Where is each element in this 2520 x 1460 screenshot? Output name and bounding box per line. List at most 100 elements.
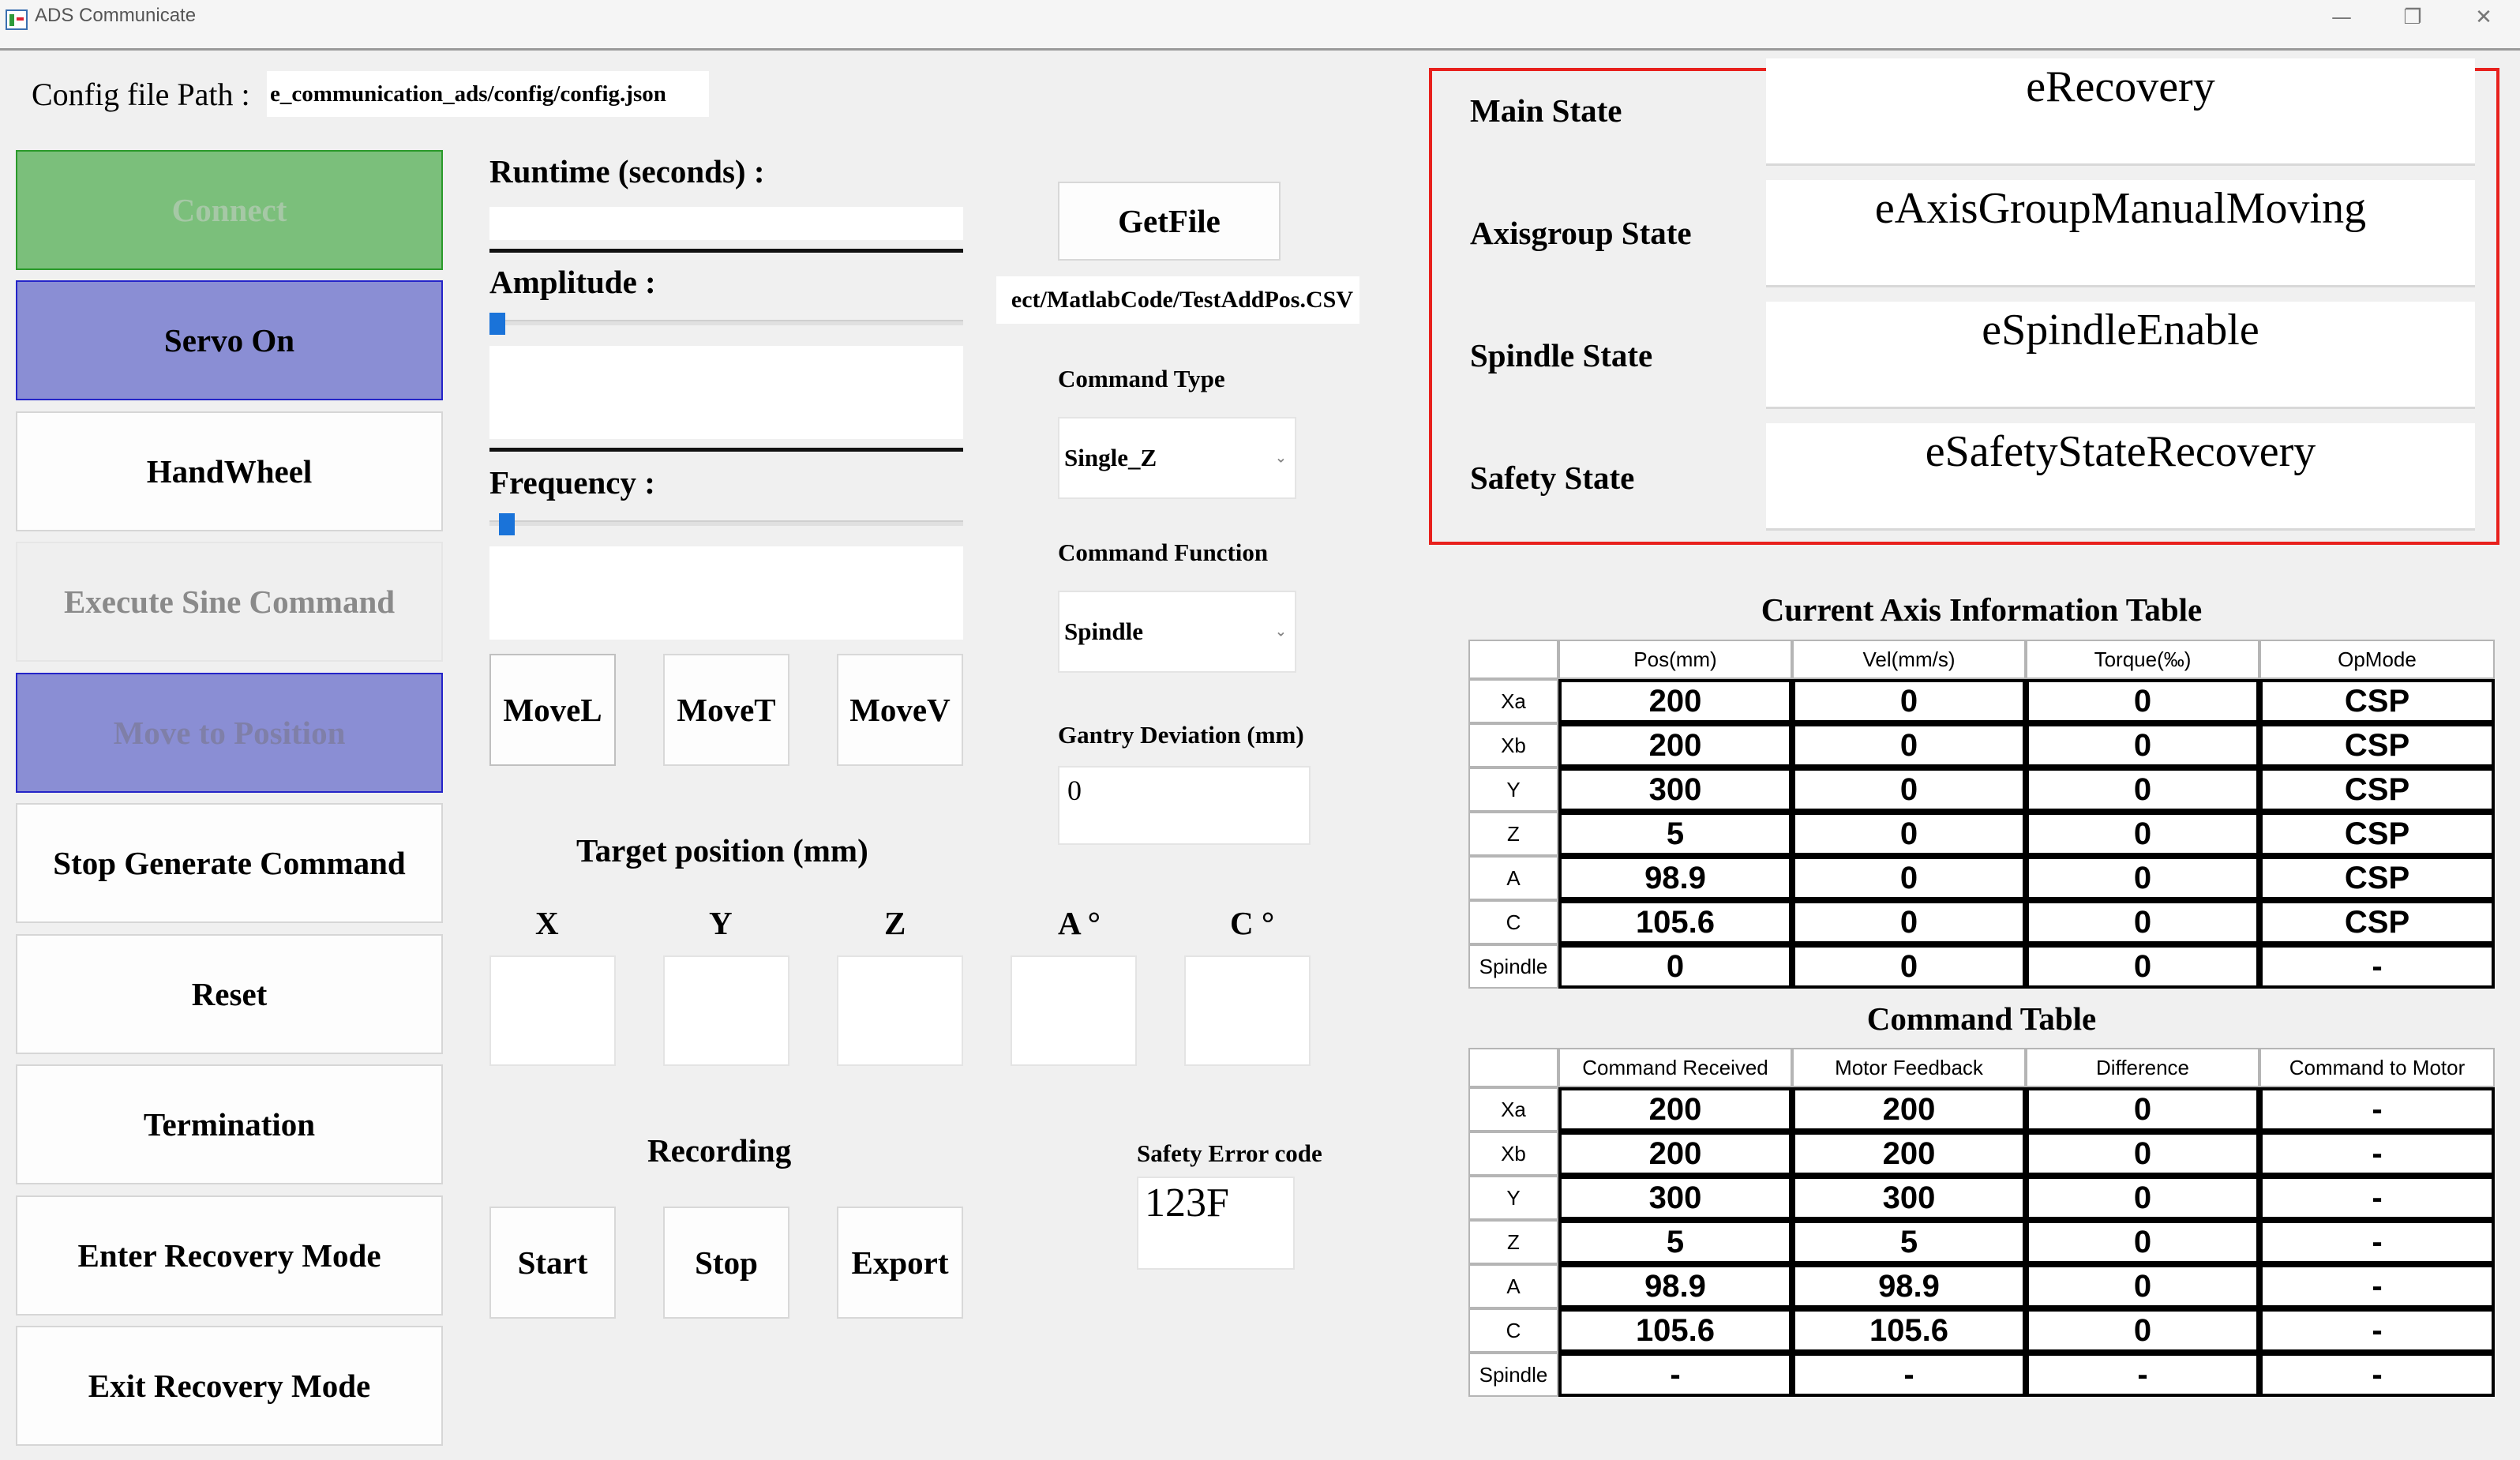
column-header: Difference [2026,1048,2259,1087]
frequency-input[interactable] [489,546,963,640]
table-row: Xa 200 0 0 CSP [1468,679,2495,723]
table-cell: 0 [2026,1087,2259,1132]
table-row: Y 300 0 0 CSP [1468,768,2495,812]
reset-button[interactable]: Reset [16,934,443,1054]
movel-button[interactable]: MoveL [489,654,616,766]
getfile-button[interactable]: GetFile [1058,182,1281,261]
table-cell: 300 [1558,1176,1792,1220]
table-cell: 0 [1792,723,2026,768]
gantry-deviation-input[interactable]: 0 [1058,766,1311,845]
config-path-field[interactable]: e_communication_ads/config/config.json [267,71,709,117]
chevron-down-icon: ⌄ [1274,623,1287,640]
table-cell: 0 [2026,944,2259,989]
table-cell: 200 [1558,723,1792,768]
table-cell: 0 [2026,723,2259,768]
connect-button[interactable]: Connect [16,150,443,270]
row-header: A [1468,1264,1558,1308]
table-cell: CSP [2259,679,2495,723]
close-button[interactable]: ✕ [2447,0,2520,35]
target-y-input[interactable] [663,955,789,1066]
target-x-input[interactable] [489,955,616,1066]
recording-stop-button[interactable]: Stop [663,1207,789,1319]
exit-recovery-mode-button[interactable]: Exit Recovery Mode [16,1326,443,1446]
amplitude-slider[interactable] [489,320,963,325]
table-cell: 0 [1558,944,1792,989]
table-cell: - [1558,1353,1792,1397]
target-z-input[interactable] [837,955,963,1066]
table-row: Xb 200 0 0 CSP [1468,723,2495,768]
column-header: OpMode [2259,640,2495,679]
table-cell: 5 [1558,812,1792,856]
restore-button[interactable]: ❐ [2376,0,2449,35]
servo-on-button[interactable]: Servo On [16,280,443,400]
axisgroup-state-label: Axisgroup State [1470,215,1692,251]
amplitude-slider-handle[interactable] [489,313,505,335]
table-cell: 0 [1792,812,2026,856]
table-row: Xb 200 200 0- [1468,1132,2495,1176]
table-cell: - [2259,1353,2495,1397]
row-header: C [1468,1308,1558,1353]
title-bar [0,0,2520,51]
table-cell: CSP [2259,812,2495,856]
table-cell: 200 [1558,679,1792,723]
file-path-field[interactable]: ect/MatlabCode/TestAddPos.CSV [996,276,1359,324]
recording-start-button[interactable]: Start [489,1207,616,1319]
command-type-label: Command Type [1058,365,1225,392]
table-cell: - [2026,1353,2259,1397]
handwheel-button[interactable]: HandWheel [16,411,443,531]
target-x-label: X [535,905,559,941]
frequency-slider-handle[interactable] [499,513,515,535]
execute-sine-command-button[interactable]: Execute Sine Command [16,542,443,662]
row-header: C [1468,900,1558,944]
table-corner [1468,640,1558,679]
target-a-input[interactable] [1011,955,1137,1066]
minimize-button[interactable]: — [2305,0,2378,35]
target-c-input[interactable] [1184,955,1311,1066]
target-a-label: A ° [1058,905,1101,941]
command-function-label: Command Function [1058,539,1269,566]
enter-recovery-mode-button[interactable]: Enter Recovery Mode [16,1195,443,1316]
runtime-input[interactable] [489,207,963,240]
frequency-slider[interactable] [489,520,963,526]
table-cell: 0 [2026,900,2259,944]
command-type-select[interactable]: Single_Z ⌄ [1058,417,1296,499]
termination-button[interactable]: Termination [16,1064,443,1184]
table-row: Z 5 0 0 CSP [1468,812,2495,856]
table-row: Spindle - - - - [1468,1353,2495,1397]
table-cell: - [2259,1308,2495,1353]
target-c-label: C ° [1230,905,1275,941]
recording-export-button[interactable]: Export [837,1207,963,1319]
spindle-state-label: Spindle State [1470,337,1653,373]
target-position-title: Target position (mm) [576,832,868,869]
table-cell: 0 [1792,944,2026,989]
runtime-label: Runtime (seconds) : [489,153,765,190]
command-table-title: Command Table [1866,1000,2097,1037]
table-cell: - [2259,1264,2495,1308]
table-cell: 0 [2026,1220,2259,1264]
table-cell: 0 [2026,1176,2259,1220]
table-cell: 0 [2026,1132,2259,1176]
safety-state-value: eSafetyStateRecovery [1766,423,2475,531]
recording-title: Recording [647,1132,792,1169]
gantry-deviation-label: Gantry Deviation (mm) [1058,721,1304,749]
table-cell: - [2259,1087,2495,1132]
config-path-label: Config file Path : [32,77,250,112]
table-cell: 98.9 [1558,1264,1792,1308]
command-function-select[interactable]: Spindle ⌄ [1058,591,1296,673]
amplitude-input[interactable] [489,346,963,439]
table-row: A 98.9 0 0 CSP [1468,856,2495,900]
table-row: C 105.6 105.6 0- [1468,1308,2495,1353]
frequency-label: Frequency : [489,464,655,501]
chevron-down-icon: ⌄ [1274,449,1287,467]
move-to-position-button[interactable]: Move to Position [16,673,443,793]
column-header: Command to Motor [2259,1048,2495,1087]
table-cell: CSP [2259,723,2495,768]
table-cell: 98.9 [1792,1264,2026,1308]
table-cell: 0 [1792,856,2026,900]
table-cell: 300 [1558,768,1792,812]
table-cell: 105.6 [1558,1308,1792,1353]
stop-generate-command-button[interactable]: Stop Generate Command [16,803,443,923]
table-cell: 0 [2026,812,2259,856]
movev-button[interactable]: MoveV [837,654,963,766]
movet-button[interactable]: MoveT [663,654,789,766]
